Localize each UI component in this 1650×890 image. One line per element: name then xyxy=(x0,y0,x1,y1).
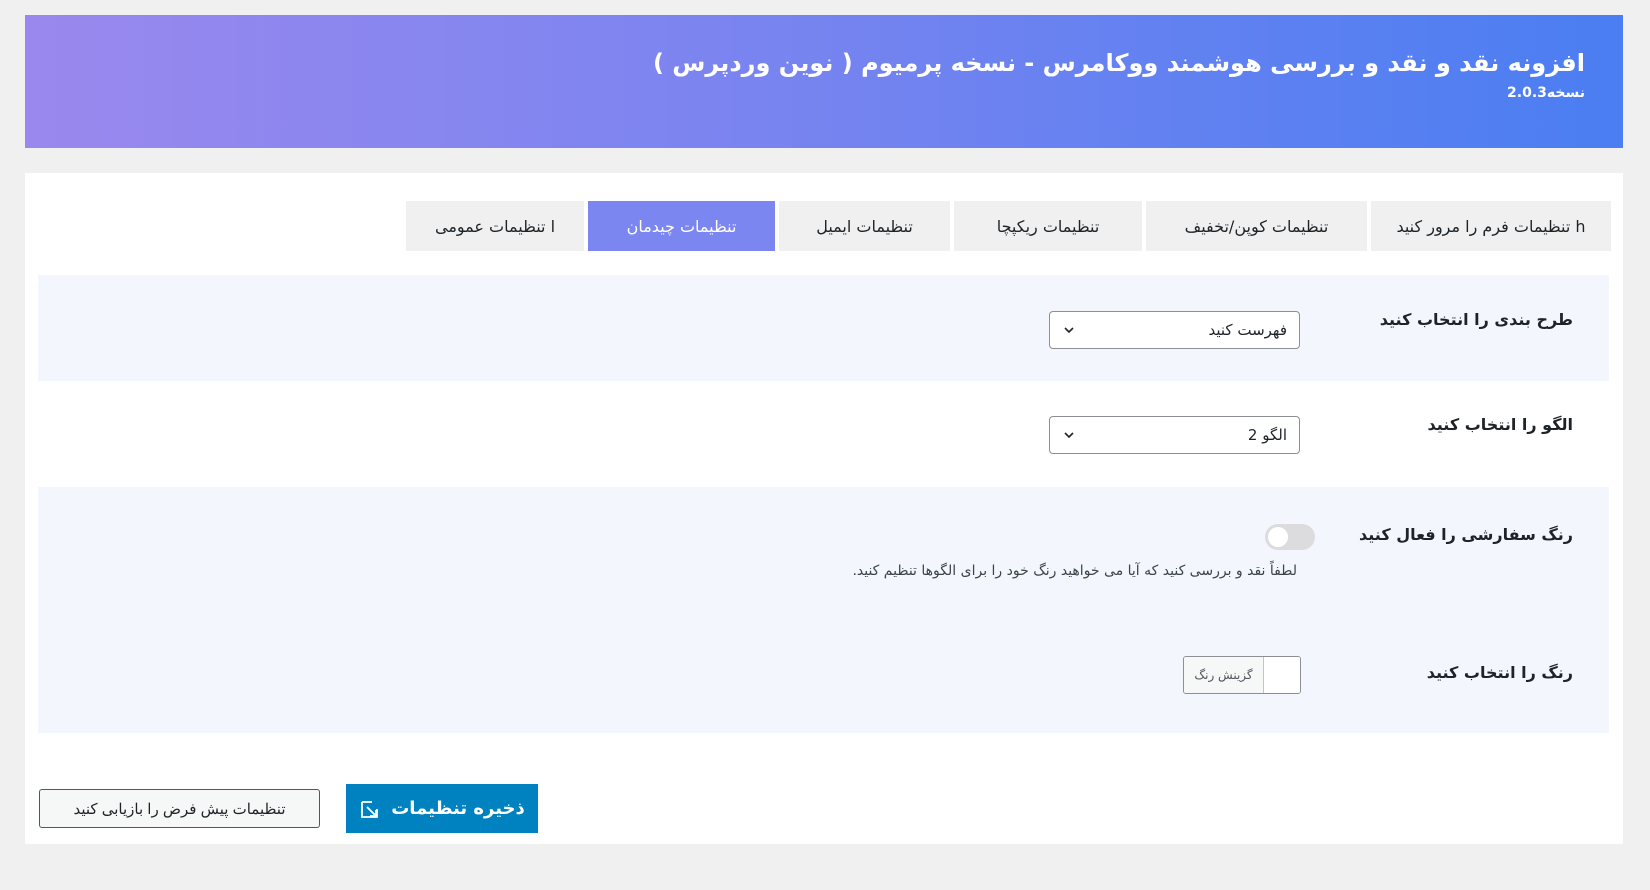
reset-defaults-button[interactable]: تنظیمات پیش فرض را بازیابی کنید xyxy=(39,789,320,828)
settings-panel: l تنظیمات عمومی تنظیمات چیدمان تنظیمات ا… xyxy=(25,173,1623,844)
tab-coupon-settings[interactable]: تنظیمات کوپن/تخفیف xyxy=(1146,201,1367,251)
tab-recaptcha-settings[interactable]: تنظیمات ریکپچا xyxy=(954,201,1142,251)
color-picker-button[interactable]: گزینش رنگ xyxy=(1184,657,1264,693)
tab-review-form-settings[interactable]: h تنظیمات فرم را مرور کنید xyxy=(1371,201,1611,251)
pattern-select-value: الگو 2 xyxy=(1247,426,1287,444)
tab-email-settings[interactable]: تنظیمات ایمیل xyxy=(779,201,950,251)
plugin-header: افزونه نقد و نقد و بررسی هوشمند ووکامرس … xyxy=(25,15,1623,148)
layout-select[interactable]: فهرست کنید xyxy=(1049,311,1300,349)
custom-color-toggle[interactable] xyxy=(1265,524,1315,550)
pattern-setting-row: الگو را انتخاب کنید الگو 2 xyxy=(38,381,1609,487)
layout-select-value: فهرست کنید xyxy=(1208,321,1288,339)
chevron-down-icon xyxy=(1064,327,1074,334)
custom-color-description: لطفاً نقد و بررسی کنید که آیا می خواهید … xyxy=(852,563,1297,579)
color-swatch xyxy=(1264,657,1300,693)
save-settings-label: ذخیره تنظیمات xyxy=(391,798,525,819)
chevron-down-icon xyxy=(1064,432,1074,439)
plugin-version: نسخه2.0.3 xyxy=(1507,85,1585,101)
toggle-knob xyxy=(1268,527,1288,547)
custom-color-label: رنگ سفارشی را فعال کنید xyxy=(1359,525,1573,544)
plugin-title: افزونه نقد و نقد و بررسی هوشمند ووکامرس … xyxy=(652,49,1585,77)
tab-general-settings[interactable]: l تنظیمات عمومی xyxy=(406,201,584,251)
save-icon xyxy=(361,800,379,818)
color-settings-row: رنگ سفارشی را فعال کنید لطفاً نقد و بررس… xyxy=(38,487,1609,733)
color-label: رنگ را انتخاب کنید xyxy=(1426,663,1573,682)
pattern-label: الگو را انتخاب کنید xyxy=(1427,415,1573,434)
layout-label: طرح بندی را انتخاب کنید xyxy=(1379,310,1573,329)
pattern-select[interactable]: الگو 2 xyxy=(1049,416,1300,454)
color-picker[interactable]: گزینش رنگ xyxy=(1183,656,1301,694)
settings-tabs: l تنظیمات عمومی تنظیمات چیدمان تنظیمات ا… xyxy=(406,201,1611,251)
tab-layout-settings[interactable]: تنظیمات چیدمان xyxy=(588,201,775,251)
save-settings-button[interactable]: ذخیره تنظیمات xyxy=(346,784,538,833)
layout-setting-row: طرح بندی را انتخاب کنید فهرست کنید xyxy=(38,275,1609,381)
